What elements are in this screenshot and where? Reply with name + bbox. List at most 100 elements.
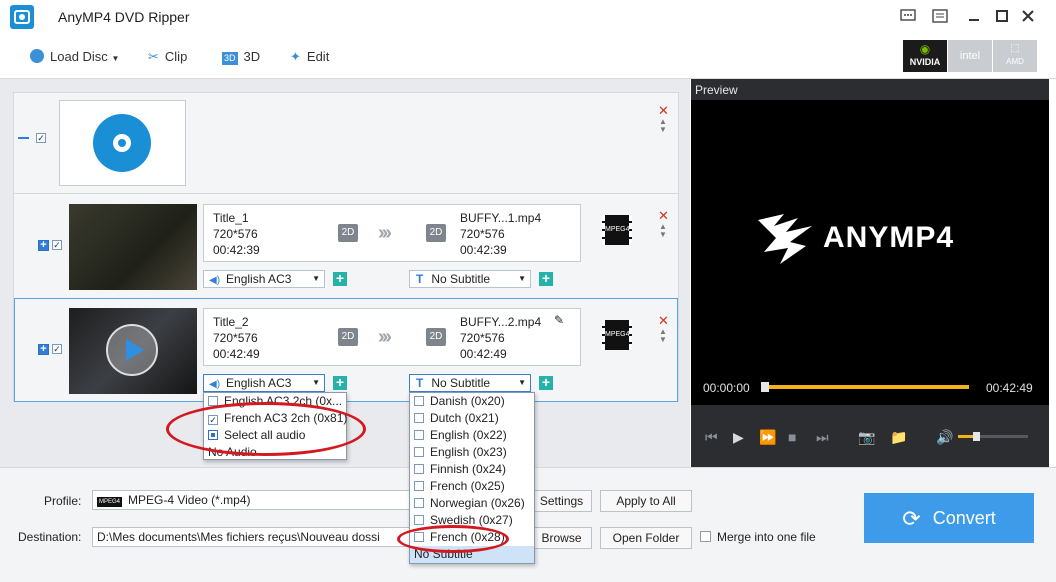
output-resolution: 720*576 [460, 227, 505, 241]
annotation-ellipse [397, 525, 509, 553]
subtitle-option[interactable]: Finnish (0x24) [410, 461, 534, 478]
subtitle-option[interactable]: Norwegian (0x26) [410, 495, 534, 512]
option-label: English (0x22) [430, 428, 507, 442]
amd-badge[interactable]: ⬚ AMD [993, 40, 1037, 72]
subtitle-option[interactable]: French (0x25) [410, 478, 534, 495]
audio-track-dropdown[interactable]: ◀) English AC3 ▼ [203, 270, 325, 288]
nvidia-badge[interactable]: ◉ NVIDIA [903, 40, 947, 72]
add-audio-button[interactable]: + [333, 271, 347, 286]
intel-badge[interactable]: intel [948, 40, 992, 72]
mpeg4-format-icon[interactable]: MPEG4 [602, 215, 632, 245]
fast-forward-icon[interactable]: ⏩ [759, 429, 776, 446]
dvd-disc-icon [93, 114, 151, 172]
feedback-icon[interactable] [900, 9, 916, 26]
minimize-icon[interactable] [968, 9, 980, 26]
mpeg4-format-icon[interactable]: MPEG4 [602, 320, 632, 350]
annotation-ellipse [166, 402, 366, 456]
option-label: Finnish (0x24) [430, 462, 507, 476]
move-up-down-icon[interactable]: ▲ ▼ [659, 118, 667, 134]
option-checkbox[interactable] [414, 464, 424, 474]
menu-icon[interactable] [932, 9, 948, 26]
scissors-icon: ✂ [148, 49, 159, 64]
load-disc-label: Load Disc [50, 49, 108, 64]
intel-label: intel [959, 50, 981, 62]
sparkle-icon: ✦ [290, 49, 301, 64]
threed-button[interactable]: 3D 3D [222, 48, 260, 66]
clip-button[interactable]: ✂ Clip [148, 48, 187, 66]
output-name[interactable]: BUFFY...1.mp4 [460, 210, 541, 226]
skip-back-icon[interactable]: ⏮ [705, 429, 718, 446]
skip-forward-icon[interactable]: ⏭ [816, 429, 829, 446]
chevron-down-icon: ▼ [518, 274, 526, 283]
settings-button[interactable]: Settings [532, 490, 592, 512]
disc-checkbox[interactable]: ✓ [36, 133, 46, 143]
volume-handle[interactable] [973, 432, 980, 441]
close-icon[interactable] [1022, 9, 1034, 26]
add-subtitle-button[interactable]: + [539, 375, 553, 390]
edit-label: Edit [306, 49, 330, 64]
title-thumbnail[interactable] [69, 204, 197, 290]
option-checkbox[interactable] [414, 396, 424, 406]
threed-icon: 3D [222, 52, 238, 65]
subtitle-option[interactable]: Danish (0x20) [410, 393, 534, 410]
maximize-icon[interactable] [996, 9, 1008, 26]
option-label: English (0x23) [430, 445, 507, 459]
folder-icon[interactable]: 📁 [890, 429, 907, 446]
output-2d-badge: 2D [426, 328, 446, 346]
play-icon[interactable]: ▶ [733, 429, 744, 446]
subtitle-dropdown[interactable]: T No Subtitle ▼ [409, 374, 531, 392]
volume-icon[interactable]: 🔊 [936, 429, 953, 446]
option-checkbox[interactable] [414, 481, 424, 491]
output-name[interactable]: BUFFY...2.mp4 [460, 314, 541, 330]
progress-bar[interactable] [765, 385, 969, 389]
collapse-icon[interactable] [18, 137, 29, 139]
expand-icon[interactable]: + [38, 240, 49, 251]
edit-button[interactable]: ✦ Edit [290, 48, 329, 66]
add-subtitle-button[interactable]: + [539, 271, 553, 286]
move-up-down-icon[interactable]: ▲ ▼ [659, 328, 667, 344]
option-checkbox[interactable] [414, 430, 424, 440]
title-checkbox[interactable]: ✓ [52, 344, 62, 354]
subtitle-dropdown[interactable]: T No Subtitle ▼ [409, 270, 531, 288]
option-checkbox[interactable] [414, 498, 424, 508]
threed-label: 3D [243, 49, 261, 64]
convert-label: Convert [932, 508, 996, 528]
load-disc-button[interactable]: Load Disc ▼ [30, 48, 119, 66]
subtitle-option[interactable]: English (0x23) [410, 444, 534, 461]
pencil-icon[interactable]: ✎ [554, 313, 564, 327]
browse-button[interactable]: Browse [532, 527, 592, 549]
audio-track-value: English AC3 [226, 376, 292, 390]
convert-button[interactable]: ⟳ Convert [864, 493, 1034, 543]
merge-checkbox[interactable] [700, 531, 711, 542]
amd-logo-icon: ⬚ [1010, 43, 1020, 54]
audio-track-dropdown[interactable]: ◀) English AC3 ▼ [203, 374, 325, 392]
stop-icon[interactable]: ■ [788, 429, 796, 445]
option-checkbox[interactable] [414, 447, 424, 457]
subtitle-option[interactable]: English (0x22) [410, 427, 534, 444]
disc-thumbnail [59, 100, 186, 186]
source-2d-badge: 2D [338, 328, 358, 346]
current-time: 00:00:00 [703, 381, 750, 395]
convert-arrows-icon: ››› [378, 326, 392, 348]
play-icon[interactable] [106, 324, 158, 376]
camera-icon[interactable]: 📷 [858, 429, 875, 446]
output-info: BUFFY...2.mp4 720*576 00:42:49 [460, 314, 541, 362]
move-up-down-icon[interactable]: ▲ ▼ [659, 223, 667, 239]
option-checkbox[interactable] [414, 413, 424, 423]
open-folder-button[interactable]: Open Folder [600, 527, 692, 549]
title-info: Title_1 720*576 00:42:39 [213, 210, 260, 258]
title-duration: 00:42:39 [213, 243, 260, 257]
option-checkbox[interactable] [414, 515, 424, 525]
add-audio-button[interactable]: + [333, 375, 347, 390]
convert-arrows-icon: ››› [378, 222, 392, 244]
apply-to-all-button[interactable]: Apply to All [600, 490, 692, 512]
profile-label: Profile: [44, 494, 82, 508]
progress-handle[interactable] [761, 382, 769, 392]
expand-icon[interactable]: + [38, 344, 49, 355]
subtitle-option[interactable]: Dutch (0x21) [410, 410, 534, 427]
title-checkbox[interactable]: ✓ [52, 240, 62, 250]
output-duration: 00:42:49 [460, 347, 507, 361]
output-duration: 00:42:39 [460, 243, 507, 257]
speaker-icon: ◀) [209, 379, 221, 390]
app-title: AnyMP4 DVD Ripper [58, 9, 190, 25]
